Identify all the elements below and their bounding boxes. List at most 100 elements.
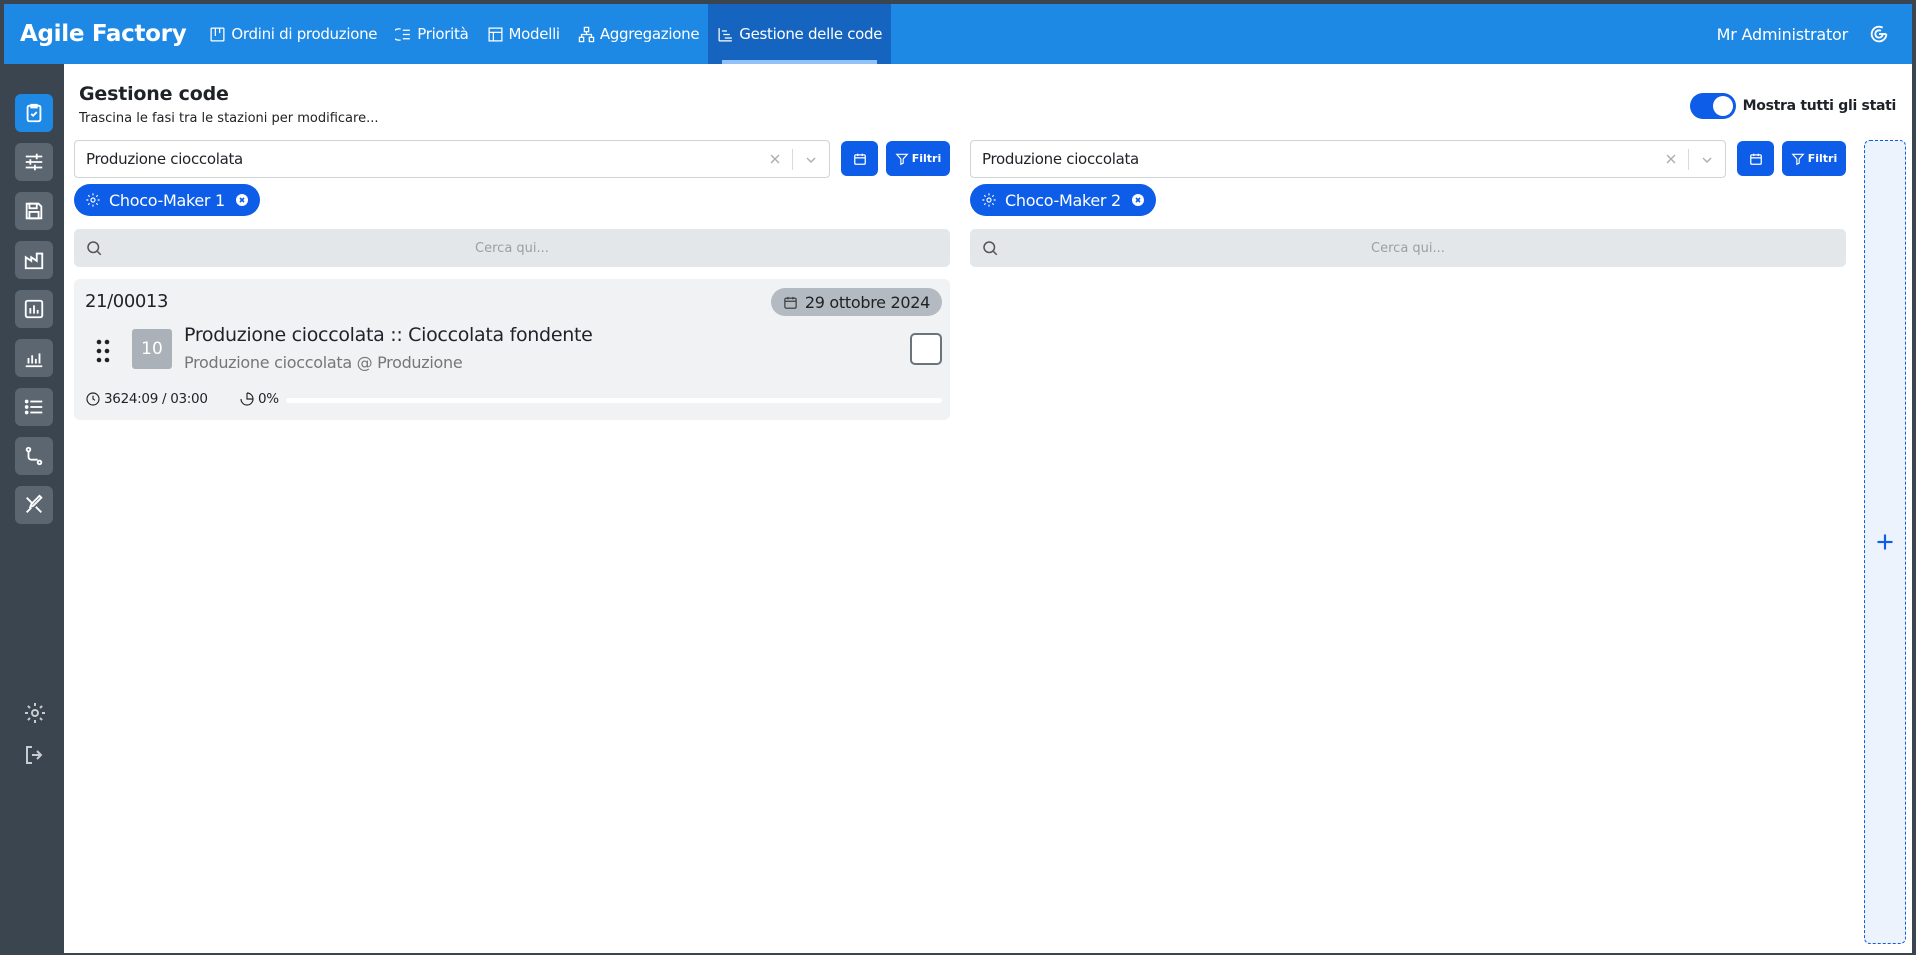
plus-icon [1877,534,1893,550]
search-input[interactable] [970,229,1846,267]
queue-card[interactable]: 21/00013 29 ottobre 2024 10 Produzione c… [74,279,950,420]
station-name: Choco-Maker 2 [1005,190,1121,210]
nav-priority[interactable]: Priorità [386,4,477,64]
sidebar-item-statistics[interactable] [15,339,53,377]
sidebar [4,64,64,953]
tools-icon [26,494,43,513]
filter-icon [1791,153,1805,165]
process-select[interactable]: Produzione cioccolata [74,140,830,178]
chevron-down-icon[interactable] [1699,152,1715,168]
main-content: Gestione code Trascina le fasi tra le st… [64,64,1912,953]
sliders-icon [25,153,43,171]
sidebar-item-tasks[interactable] [15,94,53,132]
logo-swirl-icon[interactable] [1868,23,1890,45]
clear-icon[interactable] [1663,151,1679,167]
nav-queue-management[interactable]: Gestione delle code [708,4,892,64]
clipboard-check-icon [26,103,42,123]
select-separator [792,149,793,170]
clock-icon [86,392,100,406]
nav-label: Modelli [508,25,561,43]
date-badge: 29 ottobre 2024 [770,288,942,316]
user-name[interactable]: Mr Administrator [1717,25,1849,44]
card-subtitle: Produzione cioccolata @ Produzione [184,353,463,372]
sidebar-logout[interactable] [22,742,48,768]
user-area: Mr Administrator [1717,23,1890,45]
nav-label: Ordini di produzione [231,25,378,43]
search-input[interactable] [74,229,950,267]
sidebar-item-dashboard[interactable] [15,290,53,328]
process-select-value: Produzione cioccolata [982,150,1139,168]
nav-aggregation[interactable]: Aggregazione [569,4,708,64]
factory-icon [24,252,44,270]
list-icon [24,399,43,415]
chevron-down-icon[interactable] [803,152,819,168]
progress-pie-icon [240,392,254,406]
add-column-button[interactable] [1864,140,1906,944]
show-all-states-label: Mostra tutti gli stati [1742,98,1897,114]
sidebar-item-factory[interactable] [15,241,53,279]
queue-column-1: Produzione cioccolata Filtri Choco-Maker… [74,140,952,420]
card-title: Produzione cioccolata :: Cioccolata fond… [184,324,593,346]
column-filter-row: Produzione cioccolata Filtri [74,140,952,178]
sidebar-item-storage[interactable] [15,192,53,230]
calendar-icon [853,153,866,165]
sidebar-item-adjustments[interactable] [15,143,53,181]
template-icon [488,26,503,42]
remove-station-icon[interactable] [234,192,250,208]
show-all-states: Mostra tutti gli stati [1689,93,1897,119]
station-chip: Choco-Maker 1 [74,184,260,216]
sequence-number: 10 [132,329,172,369]
bar-chart-box-icon [24,299,44,319]
filters-button[interactable]: Filtri [886,141,950,176]
progress-bar [286,398,942,403]
nav-label: Priorità [417,25,469,43]
line-chart-icon [25,353,43,368]
queue-icon [718,27,733,42]
nav-production-orders[interactable]: Ordini di produzione [200,4,386,64]
calendar-button[interactable] [1737,141,1774,176]
calendar-button[interactable] [841,141,878,176]
sidebar-settings[interactable] [22,700,48,726]
station-name: Choco-Maker 1 [109,190,225,210]
remove-station-icon[interactable] [1130,192,1146,208]
route-icon [25,446,43,466]
select-separator [1688,149,1689,170]
gear-icon [86,193,100,207]
nav-label: Aggregazione [599,25,700,43]
page-title: Gestione code [79,83,229,105]
priority-list-icon [395,27,411,41]
filters-button[interactable]: Filtri [1782,141,1846,176]
search-bar [970,229,1846,267]
drag-dots-icon [96,339,110,363]
search-bar [74,229,950,267]
page-subtitle: Trascina le fasi tra le stazioni per mod… [79,111,379,126]
sidebar-item-routing[interactable] [15,437,53,475]
nav-templates[interactable]: Modelli [478,4,569,64]
order-code: 21/00013 [85,291,169,312]
column-filter-row: Produzione cioccolata Filtri [970,140,1848,178]
app-title[interactable]: Agile Factory [20,21,187,47]
card-select-checkbox[interactable] [910,333,942,365]
process-select[interactable]: Produzione cioccolata [970,140,1726,178]
progress-text: 0% [258,391,279,407]
search-icon [87,241,102,256]
queue-column-2: Produzione cioccolata Filtri Choco-Maker… [970,140,1848,267]
sitemap-icon [578,26,595,42]
calendar-icon [1749,153,1762,165]
date-text: 29 ottobre 2024 [804,292,930,312]
sidebar-item-list[interactable] [15,388,53,426]
save-icon [25,202,43,220]
station-chip: Choco-Maker 2 [970,184,1156,216]
nav-label: Gestione delle code [739,25,883,43]
clear-icon[interactable] [767,151,783,167]
gear-icon [25,703,45,723]
filters-label: Filtri [911,152,942,165]
time-info: 3624:09 / 03:00 [85,391,208,407]
calendar-icon [784,296,797,309]
top-bar: Agile Factory Ordini di produzione Prior… [4,4,1912,64]
sidebar-item-tools[interactable] [15,486,53,524]
show-all-states-toggle[interactable] [1689,93,1736,119]
main-nav: Ordini di produzione Priorità Modelli Ag… [200,4,892,64]
time-text: 3624:09 / 03:00 [104,391,208,407]
drag-handle[interactable] [96,339,110,363]
